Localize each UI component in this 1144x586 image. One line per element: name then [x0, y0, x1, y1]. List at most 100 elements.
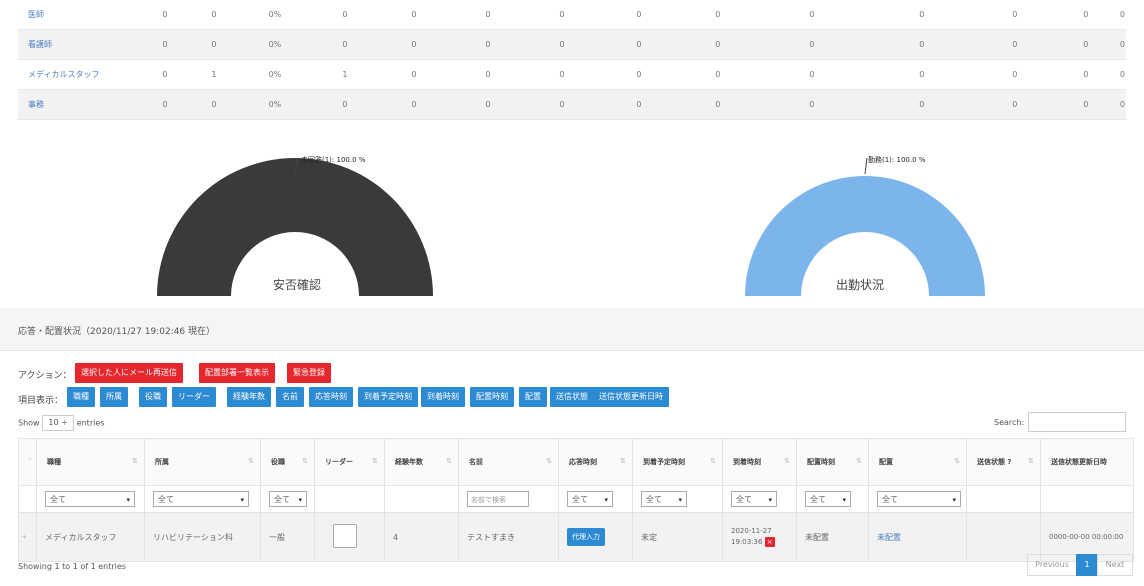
department-list-button[interactable]: 配置部署一覧表示: [199, 363, 275, 383]
column-header-send-updated[interactable]: 送信状態更新日時: [1040, 438, 1134, 486]
column-header-eta[interactable]: 到着予定時刻 ⇅: [632, 438, 723, 486]
filter-response-select[interactable]: 全て ▾: [567, 491, 613, 507]
placement-link[interactable]: 未配置: [877, 533, 901, 542]
chevron-down-icon: ▾: [126, 496, 130, 504]
pager-previous[interactable]: Previous: [1027, 554, 1077, 576]
pager-next[interactable]: Next: [1097, 554, 1133, 576]
summary-cell: 0: [1118, 59, 1126, 90]
row-name-link[interactable]: メディカルスタッフ: [18, 59, 139, 90]
summary-cell: 0: [138, 0, 191, 30]
show-suffix: entries: [76, 418, 105, 428]
row-name-link[interactable]: 医師: [18, 0, 139, 30]
table-row: 事務 0 0 0% 0 0 0 0 0 0 0 0 0 0 0: [18, 89, 1126, 120]
chevron-down-icon: ▾: [678, 496, 682, 504]
summary-cell: 0: [524, 89, 599, 120]
leader-checkbox[interactable]: [333, 524, 357, 548]
column-toggle-button[interactable]: 職種: [67, 387, 95, 407]
summary-cell: 0: [524, 59, 599, 90]
header-label: 配置: [879, 458, 893, 466]
cell-arrival-date: 2020-11-27: [731, 527, 772, 535]
column-toggle-button[interactable]: 所属: [100, 387, 128, 407]
column-header-send-status[interactable]: 送信状態 ? ⇅: [966, 438, 1041, 486]
row-name-link[interactable]: 事務: [18, 89, 139, 120]
filter-dept-select[interactable]: 全て ▾: [153, 491, 249, 507]
summary-cell: 0: [756, 89, 867, 120]
column-toggle-button[interactable]: 送信状態: [550, 387, 594, 407]
column-header-response[interactable]: 応答時刻 ⇅: [558, 438, 633, 486]
column-toggle-button[interactable]: 到着時刻: [421, 387, 465, 407]
column-header-experience[interactable]: 経験年数 ⇅: [384, 438, 459, 486]
filter-position-select[interactable]: 全て ▾: [269, 491, 307, 507]
summary-cell: 0: [524, 0, 599, 30]
response-panel: 応答・配置状況（2020/11/27 19:02:46 現在） アクション： 選…: [0, 308, 1144, 586]
column-header-dept[interactable]: 所属 ⇅: [144, 438, 261, 486]
summary-cell: 0: [976, 59, 1053, 90]
summary-cell: 0: [376, 89, 451, 120]
chevron-down-icon: ▾: [240, 496, 244, 504]
summary-cell: 0: [976, 89, 1053, 120]
column-header-placement[interactable]: 配置 ⇅: [868, 438, 967, 486]
response-table: ⌃ 職種 ⇅ 所属 ⇅ 役職 ⇅ リーダー ⇅ 経験年数 ⇅ 名前 ⇅ 応答時刻 ⇅ 到着予定…: [18, 438, 1134, 562]
filter-value: 全て: [50, 495, 66, 504]
column-header-position[interactable]: 役職 ⇅: [260, 438, 315, 486]
resend-mail-button[interactable]: 選択した人にメール再送信: [75, 363, 183, 383]
header-label: 到着予定時刻: [643, 458, 685, 466]
column-toggle-button[interactable]: 配置: [519, 387, 547, 407]
cell-experience: 4: [384, 512, 459, 562]
clear-arrival-button[interactable]: ×: [764, 537, 775, 547]
summary-cell: 0: [1118, 0, 1126, 30]
filter-value: 全て: [158, 495, 174, 504]
column-toggle-button[interactable]: 役職: [139, 387, 167, 407]
filter-placement-time-select[interactable]: 全て ▾: [805, 491, 851, 507]
column-header-leader[interactable]: リーダー ⇅: [314, 438, 385, 486]
column-toggle-button[interactable]: リーダー: [172, 387, 216, 407]
filter-name-input[interactable]: 名前で検索: [467, 491, 529, 507]
column-header-placement-time[interactable]: 配置時刻 ⇅: [796, 438, 869, 486]
cell-name: テストすまき: [458, 512, 559, 562]
summary-cell: 0: [756, 29, 867, 60]
row-name-link[interactable]: 看護師: [18, 29, 139, 60]
summary-cell: 0: [678, 29, 757, 60]
expand-column-header[interactable]: ⌃: [18, 438, 37, 486]
gauge-attendance-title: 出勤状況: [836, 278, 885, 292]
header-label: 送信状態 ?: [977, 458, 1012, 466]
filter-arrival-select[interactable]: 全て ▾: [731, 491, 777, 507]
summary-cell: 0: [450, 29, 525, 60]
column-toggle-button[interactable]: 応答時刻: [309, 387, 353, 407]
header-label: 応答時刻: [569, 458, 597, 466]
cell-eta: 未定: [632, 512, 723, 562]
summary-cell: 0: [376, 59, 451, 90]
column-toggle-button[interactable]: 到着予定時刻: [358, 387, 418, 407]
column-header-name[interactable]: 名前 ⇅: [458, 438, 559, 486]
column-toggle-button[interactable]: 送信状態更新日時: [593, 387, 669, 407]
summary-cell: 0: [1052, 29, 1119, 60]
filter-value: 全て: [882, 495, 898, 504]
summary-cell: 0: [598, 59, 679, 90]
show-entries-select[interactable]: 10 ÷: [42, 415, 75, 431]
chevron-down-icon: ▾: [298, 496, 302, 504]
summary-cell: 0: [756, 59, 867, 90]
summary-cell: 0: [756, 0, 867, 30]
column-header-job[interactable]: 職種 ⇅: [36, 438, 145, 486]
columns-label: 項目表示：: [18, 396, 64, 406]
proxy-input-button[interactable]: 代理入力: [567, 528, 605, 546]
column-toggle-button[interactable]: 経験年数: [227, 387, 271, 407]
column-header-arrival[interactable]: 到着時刻 ⇅: [722, 438, 797, 486]
search-input[interactable]: [1028, 412, 1126, 432]
summary-cell: 0: [450, 59, 525, 90]
filter-job-select[interactable]: 全て ▾: [45, 491, 135, 507]
summary-cell: 0%: [236, 89, 313, 120]
column-toggle-button[interactable]: 配置時刻: [470, 387, 514, 407]
summary-cell: 0: [190, 89, 237, 120]
row-expand[interactable]: +: [18, 512, 37, 562]
pager-page-1[interactable]: 1: [1076, 554, 1098, 576]
show-entries: Show 10 ÷ entries: [18, 415, 104, 431]
filter-placement-select[interactable]: 全て ▾: [877, 491, 961, 507]
summary-cell: 0: [1052, 0, 1119, 30]
column-toggle-button[interactable]: 名前: [276, 387, 304, 407]
header-label: 職種: [47, 458, 61, 466]
summary-cell: 0: [976, 29, 1053, 60]
gauge-attendance-annotation: 勤務(1): 100.0 %: [868, 156, 926, 164]
emergency-register-button[interactable]: 緊急登録: [287, 363, 331, 383]
filter-eta-select[interactable]: 全て ▾: [641, 491, 687, 507]
